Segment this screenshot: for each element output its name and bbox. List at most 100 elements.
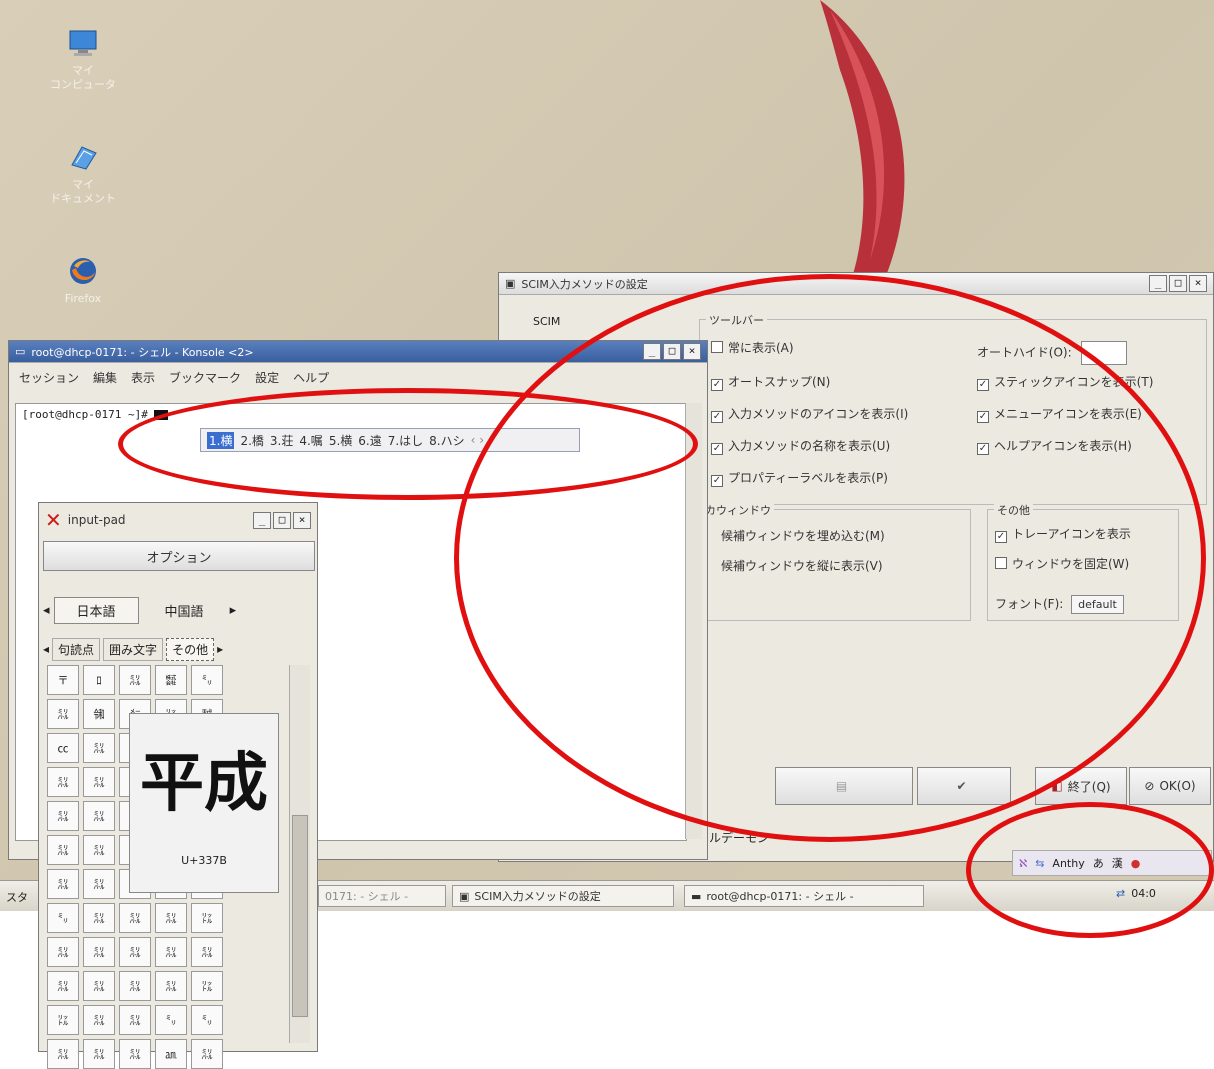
maximize-button[interactable]: □ [663,343,681,360]
subtab-enclosed[interactable]: 囲み文字 [103,637,164,661]
subtab-scroll-left-icon[interactable]: ◂ [43,642,49,656]
minimize-button[interactable]: _ [643,343,661,360]
subtab-other[interactable]: その他 [166,637,215,661]
checkbox[interactable]: ✓ [977,411,989,423]
option-fix-window[interactable]: ウィンドウを固定(W) [995,555,1129,572]
minimize-button[interactable]: _ [253,511,271,529]
character-cell[interactable]: ㍉ [191,1005,223,1035]
character-cell[interactable]: ﾛ [83,665,115,695]
checkbox[interactable] [711,341,723,353]
character-cell[interactable]: ㋿ [83,699,115,729]
menu-view[interactable]: 表示 [131,369,155,386]
checkbox[interactable]: ✓ [711,443,723,455]
character-cell[interactable]: ㍉ [47,903,79,933]
menu-session[interactable]: セッション [19,369,79,386]
menu-edit[interactable]: 編集 [93,369,117,386]
tab-scroll-right-icon[interactable]: ▸ [230,603,237,618]
menu-help[interactable]: ヘルプ [293,369,329,386]
reset-button[interactable]: ✔ [917,767,1011,805]
minimize-button[interactable]: _ [1149,275,1167,292]
option-help-icon[interactable]: ✓ ヘルプアイコンを表示(H) [977,437,1132,455]
ok-button[interactable]: ⊘ OK(O) [1129,767,1211,805]
candidate-item[interactable]: 6.遠 [358,432,381,449]
input-mode[interactable]: あ [1093,855,1104,871]
option-stick-icon[interactable]: ✓ スティックアイコンを表示(T) [977,373,1153,391]
option-menu-icon[interactable]: ✓ メニューアイコンを表示(E) [977,405,1142,423]
character-cell[interactable]: ㍑ [191,903,223,933]
candidate-item[interactable]: 7.はし [388,432,423,449]
checkbox[interactable]: ✓ [977,443,989,455]
swap-icon[interactable]: ⇆ [1035,857,1044,870]
checkbox[interactable]: ✓ [711,379,723,391]
taskbar-item-konsole-1[interactable]: 0171: - シェル - [318,885,446,907]
checkbox[interactable]: ✓ [995,531,1007,543]
close-button[interactable]: × [293,511,311,529]
taskbar-item-konsole-2[interactable]: ▬ root@dhcp-0171: - シェル - [684,885,924,907]
character-cell[interactable]: ㍊ [83,801,115,831]
character-cell[interactable]: ㍿ [155,665,187,695]
candidate-item[interactable]: 8.ハシ [429,432,464,449]
checkbox[interactable]: ✓ [711,475,723,487]
close-button[interactable]: × [1189,275,1207,292]
exit-button[interactable]: ◧ 終了(Q) [1035,767,1127,805]
auto-hide-spinbox[interactable] [1081,341,1128,365]
option-tray-icon[interactable]: ✓ トレーアイコンを表示 [995,525,1131,543]
character-cell[interactable]: ㍊ [47,971,79,1001]
character-cell[interactable]: ㍊ [83,733,115,763]
character-cell[interactable]: ㍊ [119,665,151,695]
maximize-button[interactable]: □ [273,511,291,529]
character-cell[interactable]: ㍊ [47,1039,79,1069]
option-vertical-candidate[interactable]: 候補ウィンドウを縦に表示(V) [721,557,883,574]
start-button[interactable]: スタ [6,889,28,905]
character-cell[interactable]: ㍊ [83,971,115,1001]
character-cell[interactable]: ㍊ [155,937,187,967]
scim-titlebar[interactable]: ▣ SCIM入力メソッドの設定 _ □ × [499,273,1213,295]
character-cell[interactable]: ㍊ [47,767,79,797]
checkbox[interactable]: ✓ [711,411,723,423]
candidate-item[interactable]: 5.横 [329,432,352,449]
character-cell[interactable]: ㍉ [155,1005,187,1035]
checkbox[interactable] [995,557,1007,569]
options-button[interactable]: オプション [43,541,315,571]
character-cell[interactable]: ㍊ [47,937,79,967]
subtab-scroll-right-icon[interactable]: ▸ [217,642,223,656]
character-cell[interactable]: ㍊ [47,869,79,899]
scim-toolbar-icon[interactable]: ℵ [1019,857,1027,870]
character-cell[interactable]: ㍊ [47,801,79,831]
candidate-item[interactable]: 4.嘱 [299,432,322,449]
candidate-item[interactable]: 3.荘 [270,432,293,449]
character-cell[interactable]: ㍊ [155,903,187,933]
character-cell[interactable]: ㍊ [191,937,223,967]
character-cell[interactable]: ㍊ [83,767,115,797]
tab-japanese[interactable]: 日本語 [53,596,139,624]
menu-bookmarks[interactable]: ブックマーク [169,369,241,386]
tab-chinese[interactable]: 中国語 [143,598,226,623]
candidate-item[interactable]: 1.横 [207,431,235,449]
character-cell[interactable]: ㍑ [191,971,223,1001]
my-computer-desktop-icon[interactable]: マイ コンピュータ [28,26,138,92]
network-icon[interactable]: ⇄ [1116,887,1125,900]
apply-button[interactable]: ▤ [775,767,913,805]
character-cell[interactable]: ㍊ [47,699,79,729]
menu-settings[interactable]: 設定 [255,369,279,386]
firefox-desktop-icon[interactable]: Firefox [28,254,138,306]
subtab-punctuation[interactable]: 句読点 [52,637,101,661]
im-name[interactable]: Anthy [1052,857,1084,870]
candidate-item[interactable]: 2.橋 [240,432,263,449]
help-icon[interactable]: ● [1131,857,1141,870]
option-embed-candidate[interactable]: 候補ウィンドウを埋め込む(M) [721,527,885,544]
character-cell[interactable]: ㍉ [191,665,223,695]
character-cell[interactable]: ㍊ [119,1005,151,1035]
option-show-im-name[interactable]: ✓ 入力メソッドの名称を表示(U) [711,437,890,455]
option-auto-snap[interactable]: ✓ オートスナップ(N) [711,373,830,391]
maximize-button[interactable]: □ [1169,275,1187,292]
scrollbar-thumb[interactable] [292,815,308,1017]
my-documents-desktop-icon[interactable]: マイ ドキュメント [28,140,138,206]
character-cell[interactable]: ㍊ [155,971,187,1001]
close-button[interactable]: × [683,343,701,360]
option-always-show[interactable]: 常に表示(A) [711,339,794,356]
character-cell[interactable]: ㍊ [191,1039,223,1069]
option-show-property-label[interactable]: ✓ プロパティーラベルを表示(P) [711,469,888,487]
candidate-prev-next-icon[interactable]: ‹ › [471,433,484,447]
character-cell[interactable]: ㍊ [119,971,151,1001]
